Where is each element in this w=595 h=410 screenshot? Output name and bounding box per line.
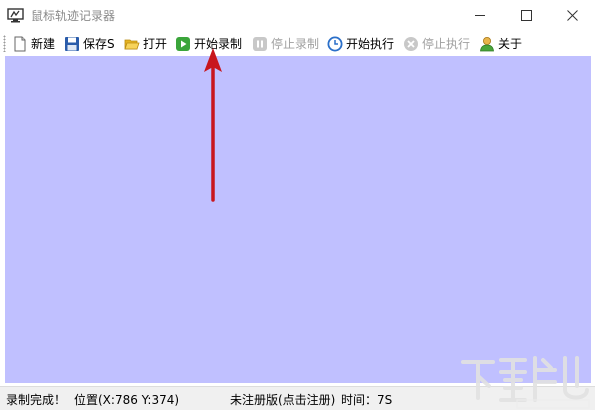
stop-execute-button-label: 停止执行 bbox=[422, 36, 471, 51]
open-button-label: 打开 bbox=[143, 36, 168, 51]
save-button-label: 保存S bbox=[83, 36, 115, 51]
user-icon bbox=[479, 36, 495, 52]
folder-open-icon bbox=[124, 36, 140, 52]
save-icon bbox=[64, 36, 80, 52]
elapsed-time: 时间：7S bbox=[341, 393, 393, 407]
start-execute-button-label: 开始执行 bbox=[346, 36, 395, 51]
stop-record-button-label: 停止录制 bbox=[271, 36, 320, 51]
close-button[interactable] bbox=[549, 0, 595, 31]
registration-link[interactable]: 未注册版(点击注册) bbox=[230, 391, 335, 408]
stop-execute-button[interactable]: 停止执行 bbox=[403, 33, 470, 54]
toolbar-grip[interactable] bbox=[3, 35, 6, 52]
close-icon bbox=[566, 10, 578, 21]
maximize-icon bbox=[520, 10, 532, 21]
new-file-icon bbox=[12, 36, 28, 52]
pause-icon bbox=[252, 36, 268, 52]
open-button[interactable]: 打开 bbox=[124, 33, 167, 54]
annotation-arrow bbox=[204, 48, 222, 202]
recording-canvas[interactable] bbox=[5, 56, 591, 383]
about-button-label: 关于 bbox=[498, 36, 523, 51]
play-icon bbox=[175, 36, 191, 52]
maximize-button[interactable] bbox=[503, 0, 549, 31]
new-button-label: 新建 bbox=[31, 36, 56, 51]
about-button[interactable]: 关于 bbox=[479, 33, 522, 54]
app-monitor-icon bbox=[7, 8, 24, 23]
new-button[interactable]: 新建 bbox=[12, 33, 55, 54]
minimize-button[interactable] bbox=[457, 0, 503, 31]
stop-record-button[interactable]: 停止录制 bbox=[252, 33, 319, 54]
toolbar: 新建 保存S 打开 开始录制 停止录制 开始执行 停止执行 关于 bbox=[0, 31, 595, 56]
save-button[interactable]: 保存S bbox=[64, 33, 115, 54]
status-text: 录制完成！ bbox=[6, 393, 67, 407]
cursor-position: 位置(X:786 Y:374) bbox=[74, 393, 180, 407]
title-bar: 鼠标轨迹记录器 bbox=[0, 0, 595, 31]
clock-icon bbox=[327, 36, 343, 52]
start-execute-button[interactable]: 开始执行 bbox=[327, 33, 394, 54]
stop-icon bbox=[403, 36, 419, 52]
minimize-icon bbox=[474, 15, 485, 16]
status-bar: 录制完成！ 位置(X:786 Y:374) 未注册版(点击注册) 时间：7S bbox=[0, 386, 595, 410]
window-title: 鼠标轨迹记录器 bbox=[31, 9, 116, 23]
